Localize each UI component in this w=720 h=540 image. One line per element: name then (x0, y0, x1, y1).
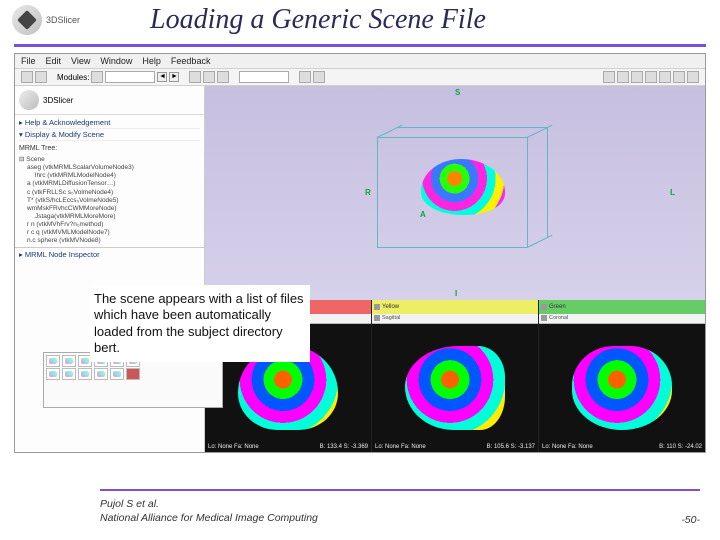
slice-name: Green (549, 304, 566, 310)
mrml-tree[interactable]: ⊟ Scene aseg (vtkMRMLScalarVolumeNode3) … (15, 154, 204, 247)
slide-footer: Pujol S et al. National Alliance for Med… (100, 489, 700, 526)
ext-icon-2[interactable] (617, 71, 629, 83)
nav-fwd-icon[interactable]: ► (169, 72, 179, 82)
slice-info-right: B: 133.4 S: -3.369 (320, 444, 368, 450)
eye-icon[interactable] (374, 315, 380, 321)
slide-number: -50- (681, 514, 700, 526)
menu-edit[interactable]: Edit (46, 56, 62, 66)
org: National Alliance for Medical Image Comp… (100, 511, 318, 526)
layout-icon-3[interactable] (217, 71, 229, 83)
axis-l: L (670, 188, 675, 197)
tree-item: c (vtkFRLLSc s₀VolmeNode4) (19, 189, 200, 197)
layout-thumb[interactable] (94, 368, 108, 380)
menu-file[interactable]: File (21, 56, 36, 66)
tree-scene-root: ⊟ Scene (19, 156, 200, 164)
author: Pujol S et al. (100, 497, 318, 512)
divider-bottom (100, 489, 700, 491)
tree-header: MRML Tree: (15, 143, 204, 154)
node-inspector-header[interactable]: ▸ MRML Node Inspector (15, 247, 204, 261)
tree-item: T* (vtkS/hcLEccs₀VolmeNode5) (19, 197, 200, 205)
app-brand: 3DSlicer (43, 96, 73, 105)
save-icon[interactable] (35, 71, 47, 83)
callout-text: The scene appears with a list of files w… (90, 285, 310, 362)
link-icon[interactable] (374, 304, 380, 310)
tree-item: r n (vtkMVhFrv?n₀method) (19, 221, 200, 229)
layout-icon[interactable] (189, 71, 201, 83)
toolbar: Modules: ◄ ► (15, 69, 705, 86)
tree-item: r c q (vtkMVMLModelNode7) (19, 229, 200, 237)
load-data-icon[interactable] (21, 71, 33, 83)
module-search-icon[interactable] (91, 71, 103, 83)
accordion-help[interactable]: ▸ Help & Acknowledgement (19, 117, 200, 129)
axis-r: R (365, 188, 371, 197)
tree-item: a (vtkMRMLDiffusionTensor…) (19, 180, 200, 188)
layout-thumb[interactable] (62, 355, 76, 367)
menu-window[interactable]: Window (100, 56, 132, 66)
module-panel-header: 3DSlicer (15, 86, 204, 115)
layout-thumb[interactable] (110, 368, 124, 380)
slicer-logo (12, 5, 42, 35)
menu-feedback[interactable]: Feedback (171, 56, 211, 66)
eye-icon[interactable] (541, 315, 547, 321)
screenshot-icon[interactable] (313, 71, 325, 83)
viewer-area: S R L A I Red Axial Lo: None Fa: None B:… (205, 86, 705, 452)
ext-icon-5[interactable] (659, 71, 671, 83)
axis-i: I (455, 289, 457, 298)
accordion: ▸ Help & Acknowledgement ▾ Display & Mod… (15, 115, 204, 143)
ext-icon-4[interactable] (645, 71, 657, 83)
slice-info-right: B: 110 S: -24.02 (659, 444, 702, 450)
axis-a: A (420, 210, 426, 219)
slice-yellow[interactable]: Yellow Sagittal Lo: None Fa: None B: 105… (372, 300, 538, 453)
app-screenshot: File Edit View Window Help Feedback Modu… (14, 53, 706, 453)
3d-view[interactable]: S R L A I (205, 86, 705, 300)
slide-header: 3DSlicer Loading a Generic Scene File (0, 0, 720, 40)
module-selector[interactable] (105, 71, 155, 83)
slice-name: Yellow (382, 304, 399, 310)
accordion-display[interactable]: ▾ Display & Modify Scene (19, 129, 200, 141)
layout-thumb[interactable] (78, 368, 92, 380)
ext-icon-7[interactable] (687, 71, 699, 83)
tree-item: aseg (vtkMRMLScalarVolumeNode3) (19, 164, 200, 172)
tree-item: Jstaga(vtkMRMLMoreMore) (19, 213, 200, 221)
ext-icon-6[interactable] (673, 71, 685, 83)
slice-info-left: Lo: None Fa: None (542, 444, 593, 450)
divider-top (14, 44, 706, 47)
layout-thumb[interactable] (46, 368, 60, 380)
layout-thumb-selected[interactable] (126, 368, 140, 380)
slice-info-right: B: 105.6 S: -3.137 (487, 444, 535, 450)
brain-model (421, 159, 505, 215)
slice-green[interactable]: Green Coronal Lo: None Fa: None B: 110 S… (539, 300, 705, 453)
crosshair-icon[interactable] (299, 71, 311, 83)
coronal-slice (572, 346, 672, 430)
tree-item: wmMskFRvhcCWMMoreNode) (19, 205, 200, 213)
slice-info-left: Lo: None Fa: None (375, 444, 426, 450)
layout-thumb[interactable] (46, 355, 60, 367)
ext-icon-1[interactable] (603, 71, 615, 83)
modules-label: Modules: (57, 73, 89, 82)
nav-back-icon[interactable]: ◄ (157, 72, 167, 82)
sagittal-slice (405, 346, 505, 430)
axis-s: S (455, 88, 460, 97)
link-icon[interactable] (541, 304, 547, 310)
ext-icon-3[interactable] (631, 71, 643, 83)
layout-icon-2[interactable] (203, 71, 215, 83)
slice-info-left: Lo: None Fa: None (208, 444, 259, 450)
menu-help[interactable]: Help (142, 56, 161, 66)
menubar: File Edit View Window Help Feedback (15, 54, 705, 69)
tree-item: n.c sphere (vtkMVNode8) (19, 237, 200, 245)
app-name: 3DSlicer (46, 15, 80, 25)
layout-thumb[interactable] (62, 368, 76, 380)
tree-item: lhrc (vtkMRMLModelNode4) (19, 172, 200, 180)
slicer-logo-small (19, 90, 39, 110)
scene-selector[interactable] (239, 71, 289, 83)
slide-title: Loading a Generic Scene File (150, 4, 486, 36)
menu-view[interactable]: View (71, 56, 90, 66)
